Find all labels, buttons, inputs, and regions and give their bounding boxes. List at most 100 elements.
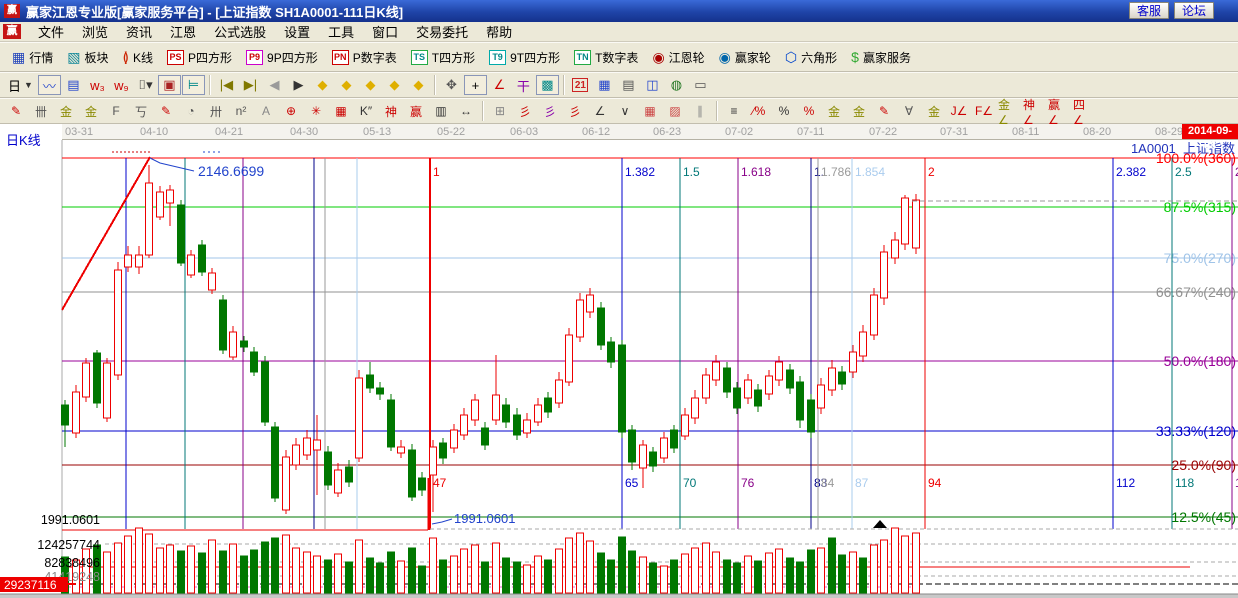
- angle-ying-icon[interactable]: 赢∠: [1047, 102, 1071, 120]
- menu-item-6[interactable]: 工具: [319, 20, 363, 43]
- winner-wheel-button[interactable]: ◉赢家轮: [713, 47, 777, 68]
- t-square-button[interactable]: TST四方形: [405, 47, 481, 68]
- angle-j-icon[interactable]: J∠: [947, 102, 971, 120]
- ruler-gold-icon[interactable]: 金: [54, 102, 78, 120]
- wave-3-icon[interactable]: w₃: [86, 75, 109, 95]
- flag-pen-icon[interactable]: ✎: [872, 102, 896, 120]
- zoom-4way-icon[interactable]: ◆: [383, 75, 406, 95]
- ruler-plain-icon[interactable]: 卌: [29, 102, 53, 120]
- volume-profile-icon[interactable]: ⊨: [182, 75, 205, 95]
- gold-under-icon[interactable]: 金: [922, 102, 946, 120]
- info-panel-icon[interactable]: ▤: [62, 75, 85, 95]
- angle-si-icon[interactable]: 四∠: [1072, 102, 1096, 120]
- calculator-icon[interactable]: ▦: [593, 75, 616, 95]
- ruler-gold2-icon[interactable]: 金: [79, 102, 103, 120]
- pattern-box-icon[interactable]: ▩: [536, 75, 559, 95]
- zoom-left-icon[interactable]: ◆: [311, 75, 334, 95]
- angle-a-icon[interactable]: A: [254, 102, 278, 120]
- p-table-button[interactable]: PNP数字表: [326, 47, 403, 68]
- cup-tool-icon[interactable]: ∀: [897, 102, 921, 120]
- nav-last-icon[interactable]: ▶|: [239, 75, 262, 95]
- zoom-all-icon[interactable]: ◆: [407, 75, 430, 95]
- percent-ladder-icon[interactable]: ≡: [722, 102, 746, 120]
- angle-f-icon[interactable]: F∠: [972, 102, 996, 120]
- customer-service-button[interactable]: 客服: [1129, 2, 1169, 19]
- candle-style-icon[interactable]: ⌷▾: [134, 75, 157, 95]
- time-circle-icon[interactable]: ◔: [179, 102, 203, 120]
- ruler-ying-icon[interactable]: 赢: [404, 102, 428, 120]
- calendar-icon[interactable]: 21: [569, 75, 592, 95]
- menu-item-9[interactable]: 帮助: [477, 20, 521, 43]
- nav-first-icon[interactable]: |◀: [215, 75, 238, 95]
- menu-item-7[interactable]: 窗口: [363, 20, 407, 43]
- ruler-f-icon[interactable]: F: [104, 102, 128, 120]
- width-measure-icon[interactable]: ↔: [454, 102, 478, 120]
- period-selector[interactable]: 日▼: [4, 74, 37, 97]
- ruler-n2-icon[interactable]: n²: [229, 102, 253, 120]
- toolbar-label: 赢家轮: [735, 49, 771, 66]
- gold-lines-icon[interactable]: 金: [847, 102, 871, 120]
- 9t-square-button[interactable]: T99T四方形: [483, 47, 566, 68]
- percent-under-icon[interactable]: %: [797, 102, 821, 120]
- web-star-icon[interactable]: ✳: [304, 102, 328, 120]
- p-square-button[interactable]: PSP四方形: [161, 47, 238, 68]
- sectors-button[interactable]: ▧板块: [61, 47, 114, 68]
- hand-tool-icon[interactable]: ✥: [440, 75, 463, 95]
- save-icon[interactable]: ◫: [641, 75, 664, 95]
- menu-item-1[interactable]: 浏览: [73, 20, 117, 43]
- v-lines-icon[interactable]: ∨: [613, 102, 637, 120]
- gann-marker-icon[interactable]: 干: [512, 75, 535, 95]
- gann-pen-icon[interactable]: ✎: [4, 102, 28, 120]
- menu-item-2[interactable]: 资讯: [117, 20, 161, 43]
- print-icon[interactable]: ▭: [689, 75, 712, 95]
- fan-red-icon[interactable]: 彡: [513, 102, 537, 120]
- volume-bar: [136, 528, 143, 593]
- percent-icon[interactable]: %: [772, 102, 796, 120]
- angle-shen-icon[interactable]: 神∠: [1022, 102, 1046, 120]
- zoom-right-icon[interactable]: ◆: [335, 75, 358, 95]
- winner-service-button[interactable]: $赢家服务: [845, 47, 917, 68]
- forum-button[interactable]: 论坛: [1174, 2, 1214, 19]
- menu-item-5[interactable]: 设置: [275, 20, 319, 43]
- nav-next-icon[interactable]: ▶: [287, 75, 310, 95]
- browser-icon[interactable]: ◍: [665, 75, 688, 95]
- marker-pen-icon[interactable]: ✎: [154, 102, 178, 120]
- ruler-s-icon[interactable]: 丂: [129, 102, 153, 120]
- t-table-button[interactable]: TNT数字表: [568, 47, 644, 68]
- gann-wheel-button[interactable]: ◉江恩轮: [646, 47, 710, 68]
- ruler-shen-icon[interactable]: 神: [379, 102, 403, 120]
- menu-item-0[interactable]: 文件: [29, 20, 73, 43]
- menu-item-4[interactable]: 公式选股: [205, 20, 275, 43]
- angle-gold-icon[interactable]: 金∠: [997, 102, 1021, 120]
- fan-box-purple-icon[interactable]: 彡: [538, 102, 562, 120]
- hexagon-button[interactable]: ⬡六角形: [779, 47, 843, 68]
- fan-box-red-icon[interactable]: 彡: [563, 102, 587, 120]
- gold-circle-icon[interactable]: 金: [822, 102, 846, 120]
- toolbar-label: K线: [133, 49, 153, 66]
- crosshair-icon[interactable]: +: [464, 75, 487, 95]
- percent-line-icon[interactable]: ⁄%: [747, 102, 771, 120]
- menu-item-3[interactable]: 江恩: [161, 20, 205, 43]
- parallel-lines-icon[interactable]: ∥: [688, 102, 712, 120]
- menu-item-8[interactable]: 交易委托: [407, 20, 477, 43]
- angle-lines-icon[interactable]: ∠: [588, 102, 612, 120]
- ruler-123-icon[interactable]: ▥: [429, 102, 453, 120]
- k-marks-icon[interactable]: K″: [354, 102, 378, 120]
- web-grid-icon[interactable]: ▦: [329, 102, 353, 120]
- target-red-icon[interactable]: ⊕: [279, 102, 303, 120]
- grid-arrow-icon[interactable]: ▨: [663, 102, 687, 120]
- kline-button[interactable]: ≬K线: [117, 47, 160, 68]
- wave-9-icon[interactable]: w₉: [110, 75, 133, 95]
- grid-red-icon[interactable]: ▦: [638, 102, 662, 120]
- angle-measure-icon[interactable]: ∠: [488, 75, 511, 95]
- ruler-ticks-icon[interactable]: 卅: [204, 102, 228, 120]
- 9p-square-button[interactable]: P99P四方形: [240, 47, 324, 68]
- chaos-lines-icon[interactable]: 〰: [38, 75, 61, 95]
- price-box-icon[interactable]: ▣: [158, 75, 181, 95]
- nav-prev-icon[interactable]: ◀: [263, 75, 286, 95]
- chart-canvas[interactable]: 100.0%(360)87.5%(315)75.0%(270)66.67%(24…: [0, 140, 1238, 598]
- zoom-horizontal-icon[interactable]: ◆: [359, 75, 382, 95]
- quotes-button[interactable]: ▦行情: [6, 47, 59, 68]
- notes-icon[interactable]: ▤: [617, 75, 640, 95]
- box-tool-icon[interactable]: ⊞: [488, 102, 512, 120]
